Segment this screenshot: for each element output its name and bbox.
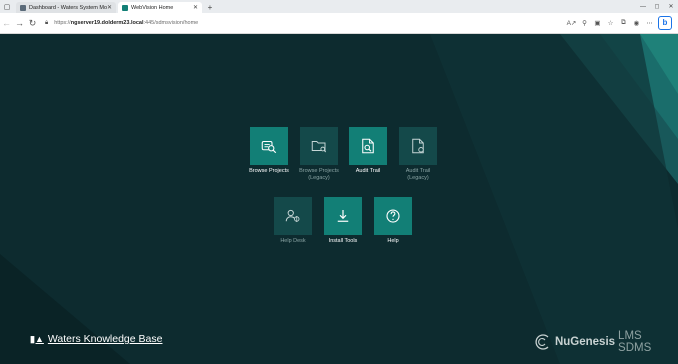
browse-projects-tile[interactable] bbox=[250, 127, 288, 165]
knowledge-base-text: Waters Knowledge Base bbox=[47, 333, 163, 345]
tile-subtitle: (Legacy) bbox=[308, 175, 330, 181]
url-scheme: https:// bbox=[54, 20, 71, 26]
help-desk-tile[interactable] bbox=[274, 197, 312, 235]
zoom-icon[interactable]: ⚲ bbox=[578, 19, 591, 27]
url-path: :445/sdmsvision/home bbox=[143, 20, 199, 26]
question-mark-icon bbox=[386, 209, 400, 223]
webvision-favicon-icon bbox=[122, 4, 128, 11]
bing-chat-icon[interactable]: b bbox=[658, 16, 672, 30]
tab-label: WebVision Home bbox=[131, 4, 174, 11]
close-tab-icon[interactable]: ✕ bbox=[193, 4, 198, 11]
close-window-icon[interactable]: ✕ bbox=[664, 3, 678, 10]
lock-icon[interactable]: 🔒︎ bbox=[45, 20, 48, 27]
install-tools-tile[interactable] bbox=[324, 197, 362, 235]
url-host: ngserver19.dolderm23.local bbox=[70, 20, 144, 26]
minimize-icon[interactable]: — bbox=[636, 4, 650, 10]
tile-subtitle: (Legacy) bbox=[407, 175, 429, 181]
folder-search-icon bbox=[311, 141, 327, 153]
profile-icon[interactable]: ◉ bbox=[630, 19, 643, 27]
nugenesis-brand: NuGenesis LMS SDMS bbox=[535, 330, 678, 354]
restore-icon[interactable]: ◻ bbox=[650, 3, 664, 10]
tile-title: Audit Trail bbox=[405, 168, 431, 174]
download-icon bbox=[337, 210, 349, 222]
address-bar[interactable]: 🔒︎ https://ngserver19.dolderm23.local:44… bbox=[45, 20, 198, 27]
collections-icon[interactable]: ⧉ bbox=[617, 19, 630, 27]
audit-trail-tile[interactable] bbox=[349, 127, 387, 165]
window-controls: — ◻ ✕ bbox=[636, 0, 678, 13]
tab-strip: ▢ Dashboard - Waters System Mo ✕ WebVisi… bbox=[0, 0, 678, 13]
audit-trail-legacy-label: Audit Trail (Legacy) bbox=[383, 168, 453, 182]
new-tab-icon[interactable]: + bbox=[205, 2, 215, 13]
audit-document-icon bbox=[362, 138, 374, 154]
audit-trail-legacy-tile[interactable] bbox=[399, 127, 437, 165]
tab-webvision-home[interactable]: WebVision Home ✕ bbox=[118, 2, 202, 13]
read-aloud-icon[interactable]: A↗ bbox=[565, 19, 578, 27]
app-available-icon[interactable]: ▣ bbox=[591, 19, 604, 27]
waters-knowledge-base-link[interactable]: ▮▲ Waters Knowledge Base bbox=[30, 333, 162, 345]
browse-projects-legacy-tile[interactable] bbox=[300, 127, 338, 165]
more-menu-icon[interactable]: ⋯ bbox=[643, 19, 656, 27]
brand-name: NuGenesis bbox=[554, 336, 616, 348]
help-tile[interactable] bbox=[374, 197, 412, 235]
browse-projects-icon bbox=[261, 140, 277, 154]
back-arrow-icon[interactable]: ← bbox=[0, 13, 13, 33]
address-bar-row: ← → ↻ 🔒︎ https://ngserver19.dolderm23.lo… bbox=[0, 13, 678, 34]
tab-dashboard[interactable]: Dashboard - Waters System Mo ✕ bbox=[16, 2, 116, 13]
window-menu-icon[interactable]: ▢ bbox=[0, 0, 14, 13]
tab-label: Dashboard - Waters System Mo bbox=[29, 4, 107, 11]
nugenesis-logo-icon bbox=[535, 334, 549, 350]
forward-arrow-icon[interactable]: → bbox=[13, 13, 26, 33]
brand-suffix: LMS SDMS bbox=[618, 330, 652, 354]
browser-toolbar: A↗ ⚲ ▣ ☆ ⧉ ◉ ⋯ b bbox=[565, 16, 678, 30]
waters-logo-icon: ▮▲ bbox=[30, 333, 44, 344]
tile-title: Help bbox=[387, 238, 399, 244]
document-legacy-icon bbox=[412, 138, 424, 154]
webvision-home-page: Browse Projects Browse Projects (Legacy) … bbox=[0, 34, 678, 364]
dashboard-favicon-icon bbox=[20, 4, 26, 11]
refresh-icon[interactable]: ↻ bbox=[26, 13, 39, 33]
help-desk-user-icon bbox=[285, 209, 300, 222]
browser-window: ▢ Dashboard - Waters System Mo ✕ WebVisi… bbox=[0, 0, 678, 364]
favorites-icon[interactable]: ☆ bbox=[604, 19, 617, 27]
close-tab-icon[interactable]: ✕ bbox=[107, 4, 112, 11]
help-label: Help bbox=[358, 238, 428, 245]
